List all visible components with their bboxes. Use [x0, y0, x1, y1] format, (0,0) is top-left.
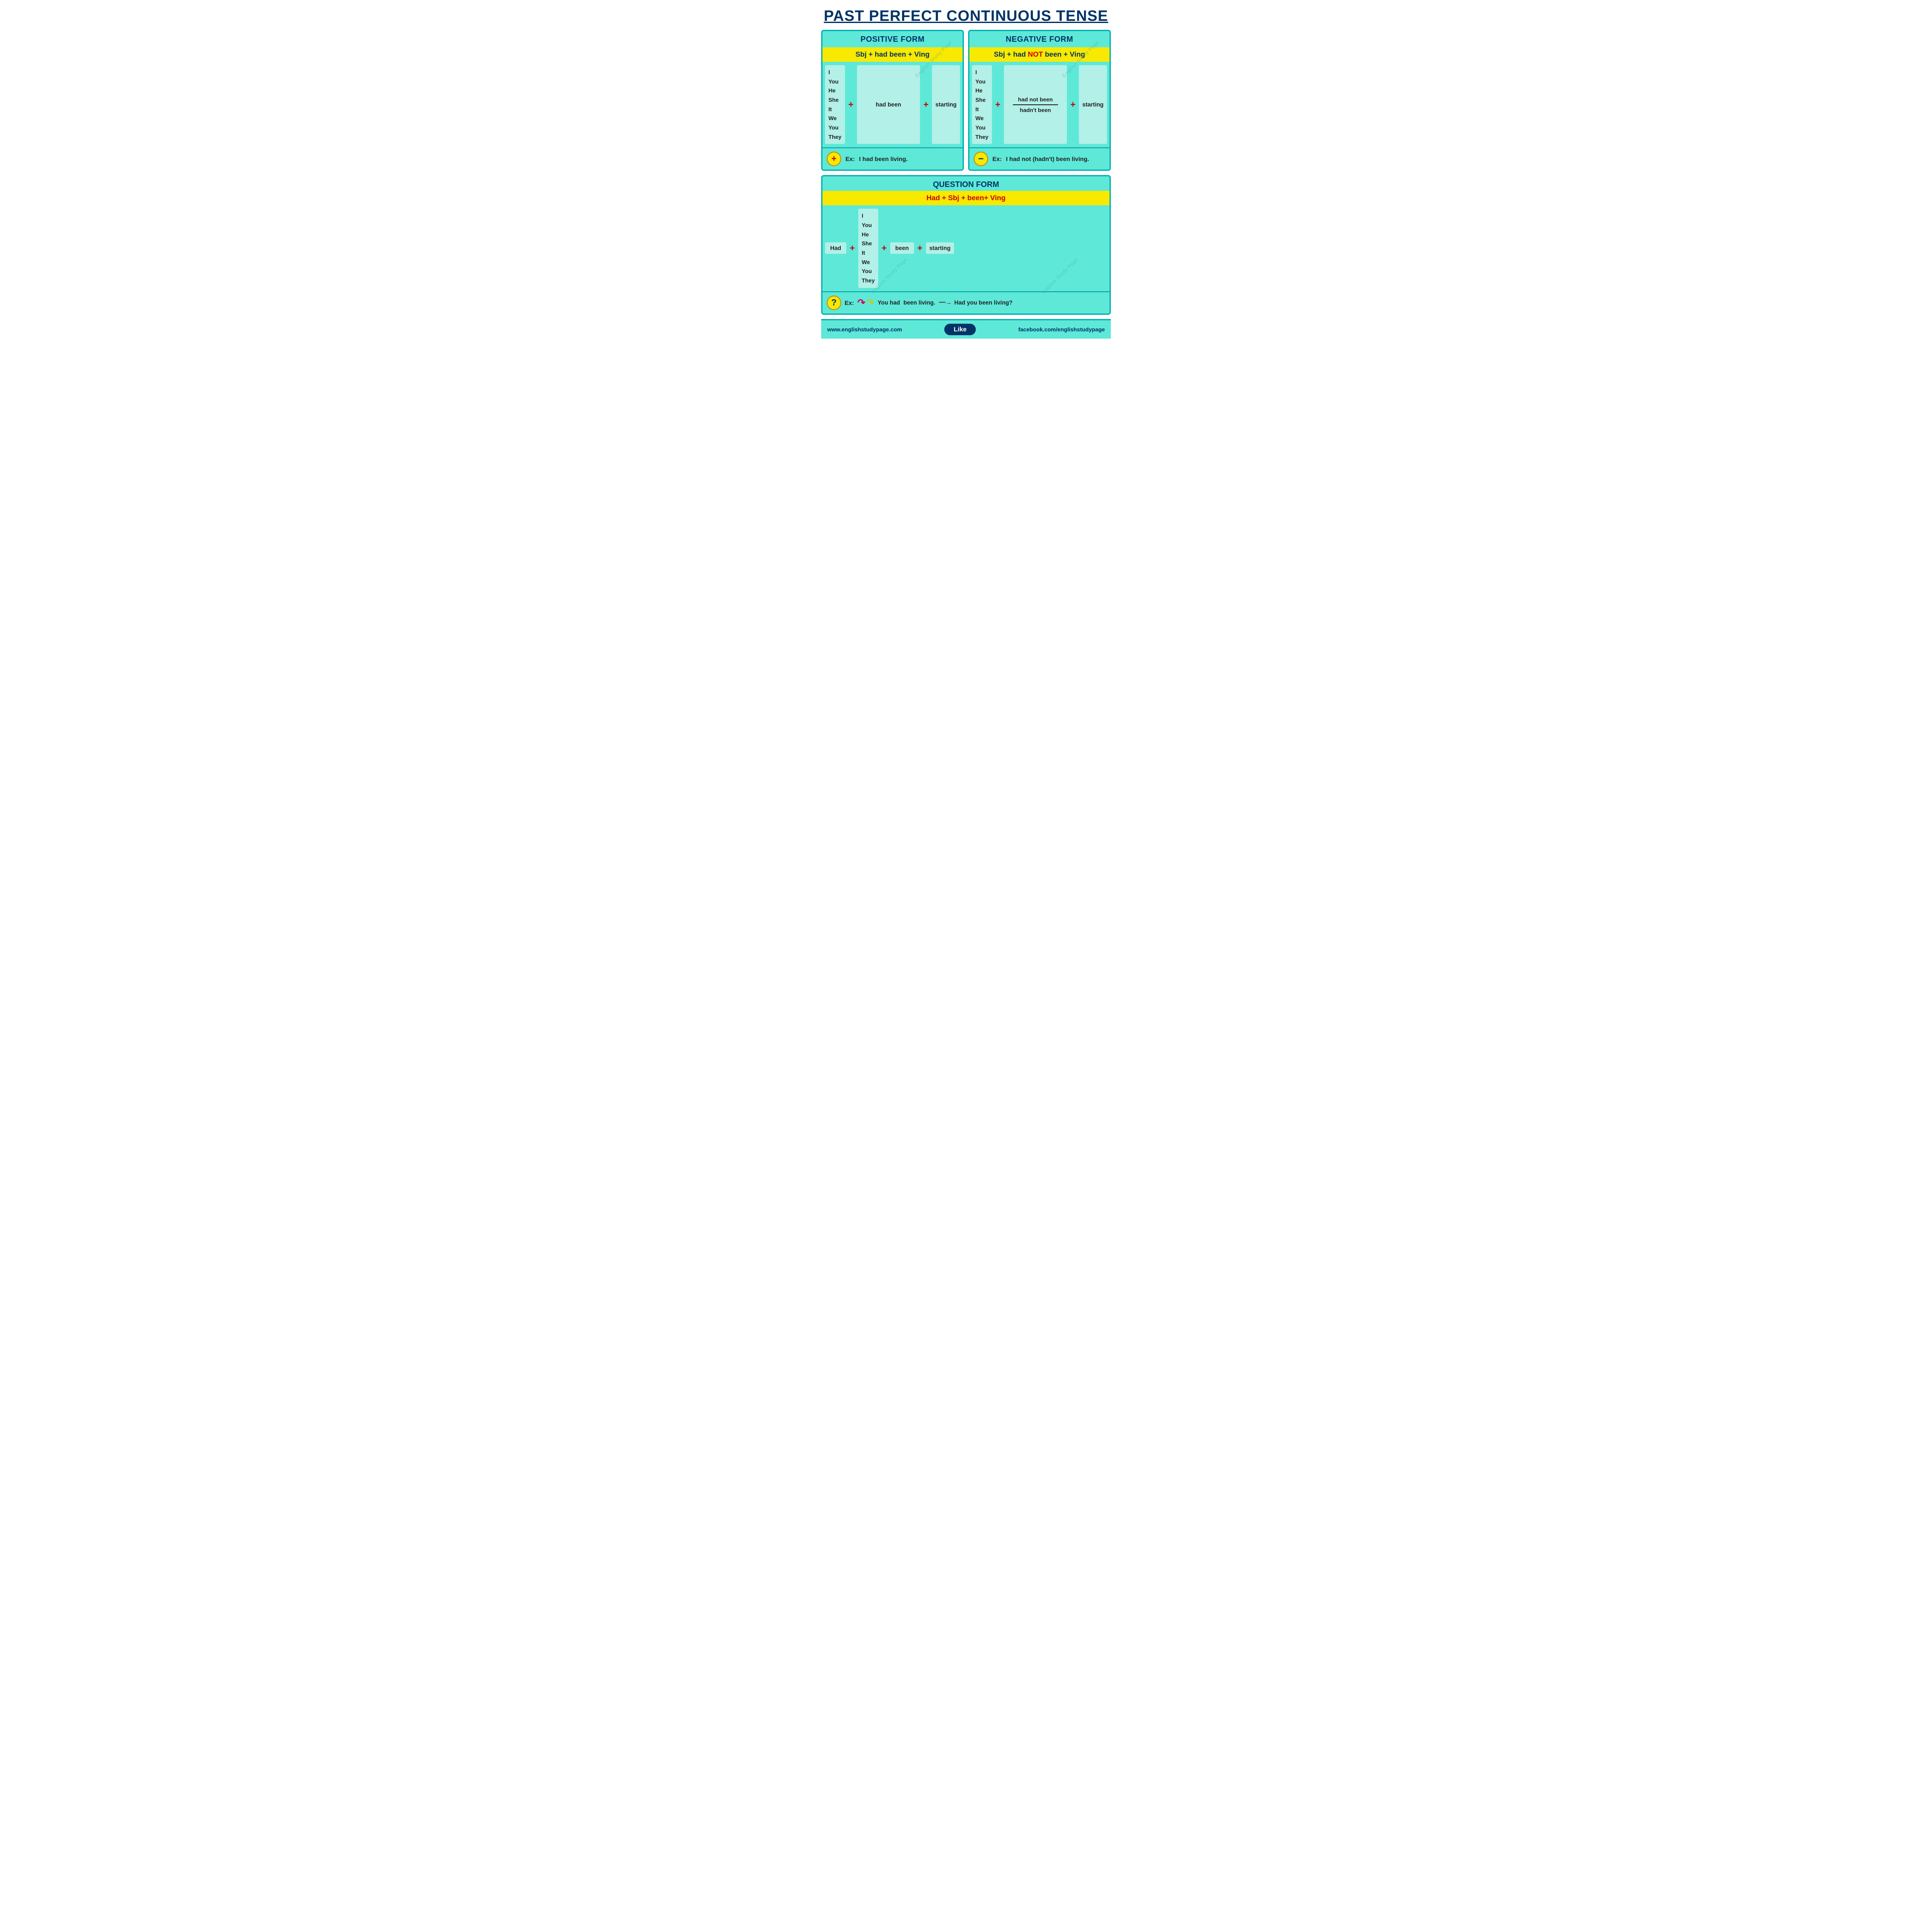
question-been-living: been living. — [903, 299, 935, 306]
question-pronouns: I You He She It We You They — [858, 209, 878, 288]
positive-ex-label: Ex: — [845, 155, 855, 162]
positive-plus1: + — [847, 65, 855, 144]
page-title: PAST PERFECT CONTINUOUS TENSE — [817, 0, 1115, 30]
footer-website: www.englishstudypage.com — [827, 326, 902, 333]
question-form-header: QUESTION FORM — [822, 176, 1110, 191]
positive-form-header: POSITIVE FORM — [822, 31, 963, 47]
question-plus1: + — [848, 243, 857, 253]
positive-form-content: I You He She It We You They + had been +… — [822, 62, 963, 147]
page-wrapper: PAST PERFECT CONTINUOUS TENSE POSITIVE F… — [817, 0, 1115, 343]
question-result: Had you been living? — [954, 299, 1013, 306]
dashed-arrow: −−→ — [939, 299, 951, 307]
question-form-content: English Study Page English Study Page Ha… — [822, 205, 1110, 291]
question-formula-bar: Had + Sbj + been+ Ving — [822, 191, 1110, 205]
positive-formula-bar: Sbj + had been + Ving — [822, 47, 963, 62]
negative-formula-end: been + Ving — [1043, 50, 1085, 58]
negative-example-bar: − Ex: I had not (hadn't) been living. — [969, 147, 1110, 170]
top-row: POSITIVE FORM Sbj + had been + Ving Engl… — [821, 30, 1111, 171]
arrow-group: ↶ ↷ — [857, 297, 874, 308]
negative-ending: starting — [1079, 65, 1107, 144]
question-example-bar: ? Ex: ↶ ↷ You had been living. −−→ Had y… — [822, 291, 1110, 313]
question-starting: starting — [926, 242, 954, 254]
negative-example: I had not (hadn't) been living. — [1006, 155, 1089, 162]
negative-plus1: + — [994, 65, 1002, 144]
negative-badge: − — [974, 152, 988, 166]
positive-pronouns: I You He She It We You They — [825, 65, 845, 144]
footer: www.englishstudypage.com Like facebook.c… — [821, 319, 1111, 339]
question-plus2: + — [880, 243, 888, 253]
negative-form-box: NEGATIVE FORM Sbj + had NOT been + Ving … — [968, 30, 1111, 171]
negative-line-sep — [1013, 104, 1058, 105]
positive-example: I had been living. — [859, 155, 908, 162]
question-had: Had — [825, 242, 846, 254]
negative-verb-bottom: hadn't been — [1020, 107, 1051, 113]
negative-verb-col: had not been hadn't been — [1004, 65, 1067, 144]
positive-example-bar: + Ex: I had been living. — [822, 147, 963, 170]
question-plus3: + — [916, 243, 924, 253]
negative-formula-start: Sbj + had — [994, 50, 1028, 58]
question-section: www.englishstudypage.com www.englishstud… — [821, 175, 1111, 314]
question-you-had: You had — [877, 299, 900, 306]
question-been: been — [890, 242, 914, 254]
question-watermark2: English Study Page — [1041, 257, 1079, 295]
positive-plus2: + — [922, 65, 930, 144]
negative-ex-label: Ex: — [992, 155, 1002, 162]
negative-plus2: + — [1069, 65, 1077, 144]
negative-form-content: I You He She It We You They + had not be… — [969, 62, 1110, 147]
negative-formula-not: NOT — [1028, 50, 1043, 58]
arrow-yellow: ↷ — [866, 297, 874, 308]
footer-facebook: facebook.com/englishstudypage — [1018, 326, 1105, 333]
main-container: POSITIVE FORM Sbj + had been + Ving Engl… — [817, 30, 1115, 343]
negative-verb-top: had not been — [1018, 96, 1053, 103]
question-badge: ? — [827, 296, 841, 310]
negative-pronouns: I You He She It We You They — [972, 65, 992, 144]
positive-form-box: POSITIVE FORM Sbj + had been + Ving Engl… — [821, 30, 964, 171]
negative-form-header: NEGATIVE FORM — [969, 31, 1110, 47]
like-button[interactable]: Like — [944, 324, 976, 335]
positive-badge: + — [827, 152, 841, 166]
negative-formula-bar: Sbj + had NOT been + Ving — [969, 47, 1110, 62]
positive-ending: starting — [932, 65, 960, 144]
positive-verb: had been — [857, 65, 920, 144]
question-ex-label: Ex: — [845, 299, 854, 306]
arrow-pink: ↶ — [857, 297, 865, 308]
